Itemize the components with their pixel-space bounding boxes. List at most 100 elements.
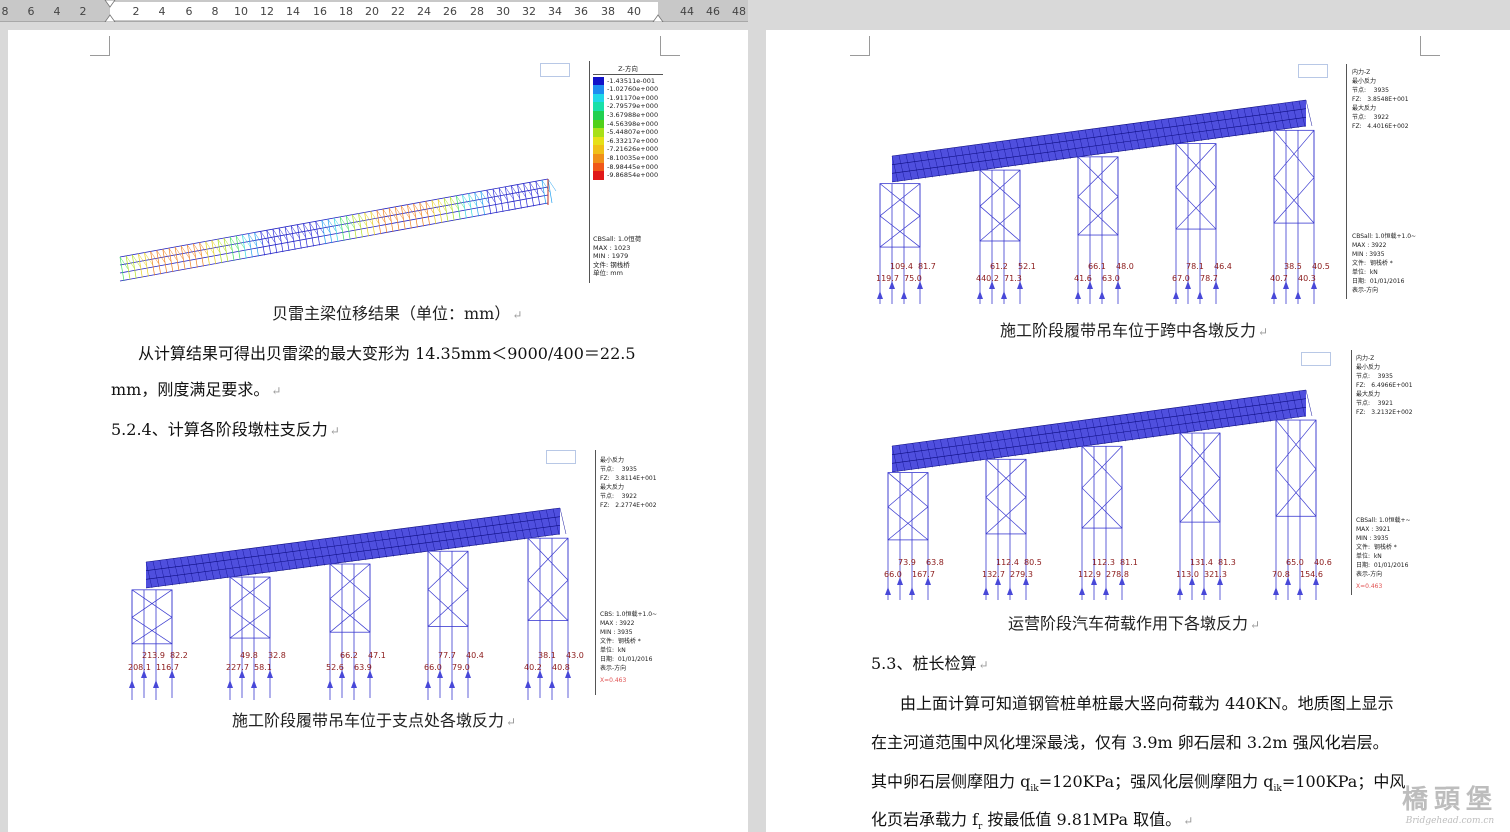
reaction-figure-operation: 66.0 73.9 167.7 63.8 132.7 112.4 279.3 80.5 112.… (876, 350, 1436, 600)
reaction-value-label: 119.7 (876, 274, 899, 283)
view-cube-icon[interactable] (540, 63, 570, 77)
reaction-value-label: 63.9 (354, 663, 372, 672)
section-heading: 5.2.4、计算各阶段墩柱支反力 ↵ (111, 420, 340, 439)
legend-value: -7.21626e+000 (607, 145, 659, 154)
view-cube-icon[interactable] (1298, 64, 1328, 78)
reaction-value-label: 112.3 (1092, 558, 1115, 567)
first-line-indent-marker (104, 0, 116, 8)
reaction-arrow (1079, 587, 1085, 595)
truss-member (510, 185, 516, 210)
info-line: CBSall: 1.0恒荷 (593, 235, 642, 243)
truss-member (394, 206, 400, 231)
legend-swatch (593, 119, 604, 129)
reaction-value-label: 70.8 (1272, 570, 1290, 579)
reaction-value-label: 213.9 (142, 651, 165, 660)
truss-member (254, 232, 259, 257)
truss-member (339, 216, 345, 241)
reaction-value-label: 73.9 (898, 558, 916, 567)
truss-member (437, 198, 443, 224)
truss-member (229, 236, 235, 262)
reaction-panel: 内力-Z 最小反力 节点: 3935 FZ: 3.8548E+001 最大反力 … (1352, 69, 1409, 130)
reaction-value-label: 82.2 (170, 651, 188, 660)
info-line: 单位: mm (593, 269, 623, 278)
document-page-left[interactable]: Z-方向 -1.43511e-001 -1.02760e+000 -1.91170e… (8, 30, 748, 832)
reaction-value-label: 227.7 (226, 663, 249, 672)
legend-value: -4.56398e+000 (607, 119, 659, 128)
truss-member (321, 220, 327, 245)
figure-caption: 运营阶段汽车荷载作用下各墩反力 ↵ (1008, 614, 1261, 633)
deck-chord (145, 516, 561, 571)
crop-mark-top-left (90, 36, 110, 56)
truss-member (480, 191, 486, 216)
truss-member (523, 183, 528, 208)
reaction-value-label: 40.7 (1270, 274, 1288, 283)
reaction-arrow (1103, 587, 1109, 595)
truss-member (266, 230, 272, 255)
figure-caption: 施工阶段履带吊车位于支点处各墩反力 ↵ (232, 711, 517, 730)
truss-member (137, 253, 143, 278)
figure-caption: 贝雷主梁位移结果（单位：mm） ↵ (272, 304, 523, 323)
reaction-value-label: 58.1 (254, 663, 272, 672)
legend-row: -7.21626e+000 (593, 145, 663, 154)
deck-mesh (892, 100, 1306, 182)
reaction-arrow (449, 680, 455, 688)
paragraph-line: 化页岩承载力 fr 按最低值 9.81MPa 取值。 ↵ (871, 810, 1194, 832)
truss-member (272, 229, 278, 254)
view-cube-icon[interactable] (1301, 352, 1331, 366)
truss-member (327, 219, 333, 244)
bridge-model-3d: 66.0 73.9 167.7 63.8 132.7 112.4 279.3 80.5 112.… (884, 389, 1332, 600)
truss-member (358, 213, 363, 238)
reaction-arrow (425, 680, 431, 688)
reaction-value-label: 40.2 (524, 663, 542, 672)
legend-swatch (593, 171, 604, 180)
pier-frame (1179, 432, 1221, 523)
reaction-arrow (1295, 291, 1301, 299)
result-info: CBS: 1.0恒载+1.0~ MAX : 3922 MIN : 3935 文件… (600, 611, 658, 672)
reaction-value-label: 78.7 (1200, 274, 1218, 283)
truss-member (462, 194, 467, 219)
pier-frame (527, 537, 569, 621)
legend-value: -2.79579e+000 (607, 102, 659, 111)
truss-member (382, 209, 388, 234)
view-cube-icon[interactable] (546, 450, 576, 464)
truss-member (333, 217, 339, 243)
reaction-arrow (549, 680, 555, 688)
reaction-arrow (1099, 291, 1105, 299)
legend-swatch (593, 76, 604, 86)
reaction-arrow (1173, 291, 1179, 299)
legend-value: -3.67988e+000 (607, 110, 659, 119)
reaction-arrow (1177, 587, 1183, 595)
truss-member (131, 254, 137, 279)
legend-divider (589, 61, 590, 283)
truss-member (468, 193, 473, 218)
reaction-value-label: 38.5 (1284, 262, 1302, 271)
reaction-value-label: 47.1 (368, 651, 386, 660)
reaction-value-label: 65.0 (1286, 558, 1304, 567)
deck-chord (145, 525, 561, 580)
pier-frame (427, 550, 469, 627)
reaction-value-label: 63.0 (1102, 274, 1120, 283)
reaction-arrow (1271, 291, 1277, 299)
truss-member (162, 249, 168, 274)
truss-member (517, 184, 522, 209)
reaction-panel: 内力-Z 最小反力 节点: 3935 FZ: 6.4966E+001 最大反力 … (1356, 355, 1413, 416)
reaction-value-label: 66.0 (424, 663, 442, 672)
reaction-value-label: 112.4 (996, 558, 1019, 567)
truss-member (486, 190, 492, 215)
bridge-model-3d: 208.1 213.9 116.7 82.2 227.7 49.8 58.1 32.8 52.6… (128, 507, 584, 700)
reaction-value-label: 71.3 (1004, 274, 1022, 283)
truss-member (547, 178, 553, 204)
reaction-value-label: 48.0 (1116, 262, 1134, 271)
horizontal-ruler[interactable]: 8 6 4 2 2 4 6 8 10 12 14 16 18 20 22 24 26 28 30 32 34 36 38 40… (0, 0, 748, 22)
reaction-arrow (1297, 587, 1303, 595)
legend-swatch (593, 110, 604, 120)
ruler-indent-markers[interactable] (0, 0, 748, 22)
reaction-arrow (1075, 291, 1081, 299)
truss-member (144, 252, 149, 277)
result-info: CBSall: 1.0恒载+1.0~ MAX : 3922 MIN : 3935… (1352, 233, 1417, 294)
legend-divider (1346, 64, 1347, 299)
pier-frame (1175, 143, 1217, 230)
reaction-arrow (977, 291, 983, 299)
deck-chord (891, 407, 1307, 464)
document-page-right[interactable]: 119.7 109.4 75.0 81.7 440.2 61.2 71.3 52.1 41.6 6… (766, 30, 1510, 832)
